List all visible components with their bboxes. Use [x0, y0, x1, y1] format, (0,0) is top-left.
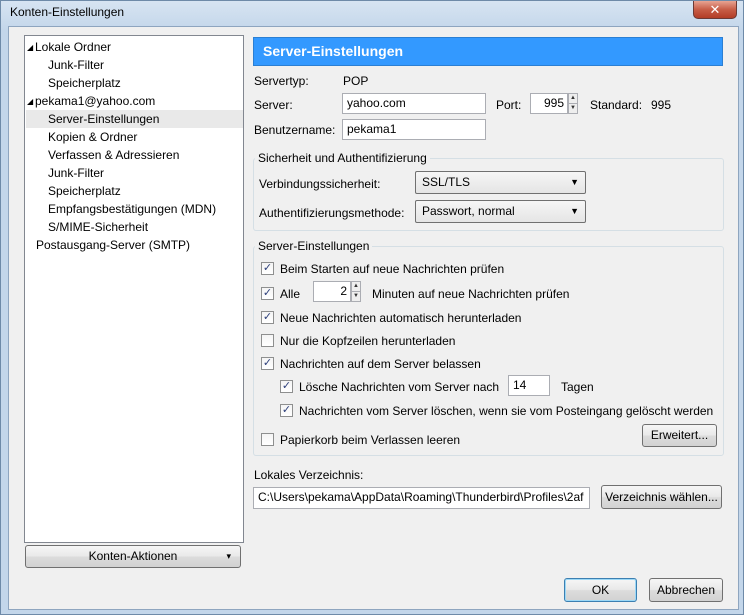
window-title: Konten-Einstellungen — [10, 5, 125, 19]
cancel-button[interactable]: Abbrechen — [649, 578, 723, 602]
headers-only-label: Nur die Kopfzeilen herunterladen — [280, 334, 456, 348]
local-dir-label: Lokales Verzeichnis: — [254, 468, 364, 482]
ok-button[interactable]: OK — [564, 578, 637, 602]
auth-method-label: Authentifizierungsmethode: — [259, 206, 405, 220]
chevron-down-icon: ▼ — [570, 206, 579, 216]
delete-after-label: Lösche Nachrichten vom Server nach — [299, 380, 500, 394]
username-input[interactable]: pekama1 — [342, 119, 486, 140]
delete-when-deleted-checkbox[interactable]: ✓ — [280, 404, 293, 417]
local-dir-input[interactable]: C:\Users\pekama\AppData\Roaming\Thunderb… — [253, 487, 590, 509]
server-type-value: POP — [343, 74, 369, 88]
server-input[interactable]: yahoo.com — [342, 93, 486, 114]
delete-after-checkbox[interactable]: ✓ — [280, 380, 293, 393]
check-on-start-label: Beim Starten auf neue Nachrichten prüfen — [280, 262, 505, 276]
tree-item-smtp[interactable]: Postausgang-Server (SMTP) — [36, 236, 190, 254]
standard-value: 995 — [651, 98, 672, 112]
empty-trash-label: Papierkorb beim Verlassen leeren — [280, 433, 461, 447]
port-label: Port: — [496, 98, 522, 112]
delete-after-days-input[interactable]: 14 — [508, 375, 550, 396]
standard-label: Standard: — [590, 98, 643, 112]
auth-method-select[interactable]: Passwort, normal ▼ — [415, 200, 586, 223]
tree-item-server-settings[interactable]: Server-Einstellungen — [26, 110, 243, 128]
server-label: Server: — [254, 98, 293, 112]
port-input[interactable]: 995 — [530, 93, 568, 114]
tree-item-smime[interactable]: S/MIME-Sicherheit — [48, 218, 148, 236]
auto-download-label: Neue Nachrichten automatisch herunterlad… — [280, 311, 522, 325]
collapse-icon[interactable]: ◢ — [27, 39, 35, 57]
advanced-button[interactable]: Erweitert... — [642, 424, 717, 447]
close-button[interactable]: ✕ — [693, 1, 737, 19]
tree-item-account[interactable]: ◢ pekama1@yahoo.com — [27, 92, 243, 110]
delete-when-deleted-label: Nachrichten vom Server löschen, wenn sie… — [299, 404, 714, 418]
spin-down-icon[interactable]: ▼ — [568, 103, 578, 114]
headers-only-checkbox[interactable] — [261, 334, 274, 347]
tree-item-copies-folders[interactable]: Kopien & Ordner — [48, 128, 137, 146]
leave-on-server-label: Nachrichten auf dem Server belassen — [280, 357, 481, 371]
tree-item-local-folders[interactable]: ◢ Lokale Ordner — [27, 38, 243, 56]
collapse-icon[interactable]: ◢ — [27, 93, 35, 111]
server-settings-group-title: Server-Einstellungen — [255, 239, 373, 253]
check-interval-input[interactable]: 2 — [313, 281, 351, 302]
tree-item-storage[interactable]: Speicherplatz — [48, 74, 121, 92]
username-label: Benutzername: — [254, 123, 336, 137]
account-tree[interactable]: ◢ Lokale Ordner Junk-Filter Speicherplatz… — [24, 35, 244, 543]
account-actions-button[interactable]: Konten-Aktionen ▾ — [25, 545, 241, 568]
check-every-checkbox[interactable]: ✓ — [261, 287, 274, 300]
tree-item-junk-filter[interactable]: Junk-Filter — [48, 56, 104, 74]
check-every-label: Alle — [280, 287, 301, 301]
check-on-start-checkbox[interactable]: ✓ — [261, 262, 274, 275]
tree-item-junk-filter-account[interactable]: Junk-Filter — [48, 164, 104, 182]
spin-down-icon[interactable]: ▼ — [351, 291, 361, 302]
browse-directory-button[interactable]: Verzeichnis wählen... — [601, 485, 722, 509]
tree-item-composition[interactable]: Verfassen & Adressieren — [48, 146, 179, 164]
dropdown-arrow-icon: ▾ — [226, 551, 231, 561]
connection-security-select[interactable]: SSL/TLS ▼ — [415, 171, 586, 194]
delete-after-suffix: Tagen — [561, 380, 594, 394]
check-interval-suffix: Minuten auf neue Nachrichten prüfen — [372, 287, 570, 301]
tree-item-storage-account[interactable]: Speicherplatz — [48, 182, 121, 200]
connection-security-label: Verbindungssicherheit: — [259, 177, 381, 191]
security-group-title: Sicherheit und Authentifizierung — [255, 151, 430, 165]
dialog-client-area: ◢ Lokale Ordner Junk-Filter Speicherplatz… — [8, 26, 739, 610]
account-settings-window: Konten-Einstellungen ✕ ◢ Lokale Ordner Ju… — [0, 0, 744, 615]
panel-header: Server-Einstellungen — [253, 37, 723, 66]
server-type-label: Servertyp: — [254, 74, 309, 88]
auto-download-checkbox[interactable]: ✓ — [261, 311, 274, 324]
tree-item-receipts[interactable]: Empfangsbestätigungen (MDN) — [48, 200, 216, 218]
leave-on-server-checkbox[interactable]: ✓ — [261, 357, 274, 370]
empty-trash-checkbox[interactable] — [261, 433, 274, 446]
chevron-down-icon: ▼ — [570, 177, 579, 187]
